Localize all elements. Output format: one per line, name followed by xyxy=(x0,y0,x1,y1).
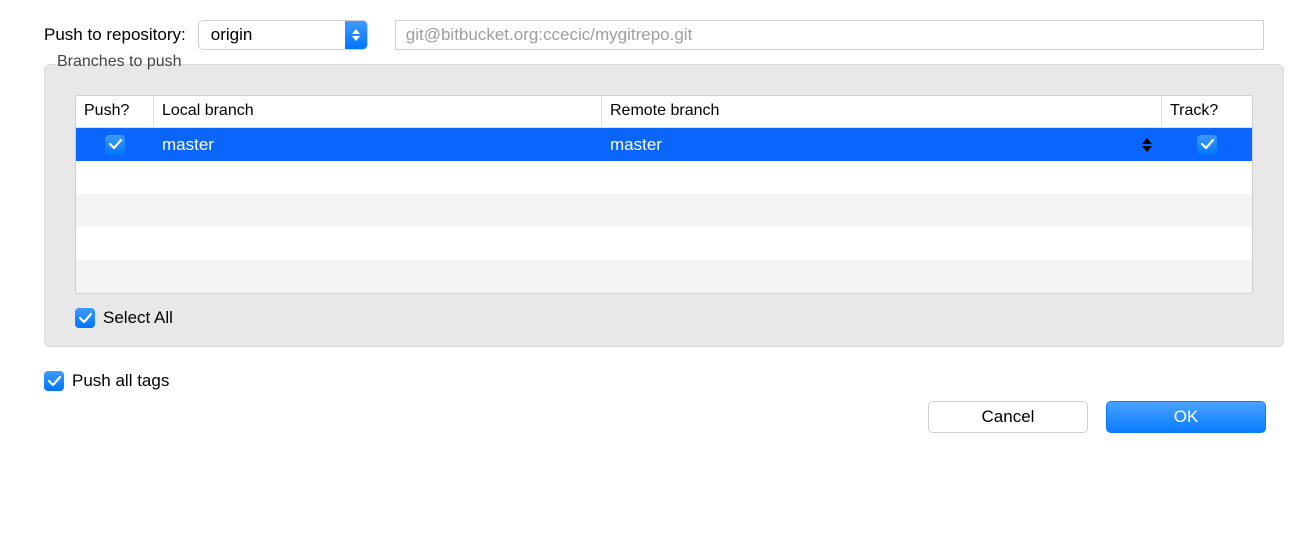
push-to-label: Push to repository: xyxy=(44,25,186,45)
ok-button[interactable]: OK xyxy=(1106,401,1266,433)
push-cell xyxy=(76,135,154,155)
remote-branch-value: master xyxy=(610,135,662,155)
header-local[interactable]: Local branch xyxy=(154,96,602,127)
cancel-button[interactable]: Cancel xyxy=(928,401,1088,433)
branch-table: Push? Local branch Remote branch Track? … xyxy=(75,95,1253,294)
button-row: Cancel OK xyxy=(0,391,1304,433)
table-row-empty xyxy=(76,227,1252,260)
header-track[interactable]: Track? xyxy=(1162,96,1252,127)
push-all-tags-checkbox[interactable] xyxy=(44,371,64,391)
check-icon xyxy=(79,313,92,324)
push-dialog: Push to repository: origin Branches to p… xyxy=(0,0,1304,544)
remote-select-value: origin xyxy=(198,20,368,50)
header-remote[interactable]: Remote branch xyxy=(602,96,1162,127)
branches-fieldset: Branches to push Push? Local branch Remo… xyxy=(44,64,1284,347)
check-icon xyxy=(109,139,122,150)
table-row-empty xyxy=(76,161,1252,194)
table-row-empty xyxy=(76,260,1252,293)
local-branch-cell: master xyxy=(154,135,602,155)
branch-table-header: Push? Local branch Remote branch Track? xyxy=(76,96,1252,128)
remote-branch-cell[interactable]: master xyxy=(602,135,1162,155)
track-checkbox[interactable] xyxy=(1197,135,1217,155)
select-all-row: Select All xyxy=(75,308,1253,328)
header-push[interactable]: Push? xyxy=(76,96,154,127)
remote-url-field[interactable] xyxy=(395,20,1264,50)
check-icon xyxy=(1201,139,1214,150)
stepper-icon xyxy=(1142,138,1152,152)
check-icon xyxy=(48,376,61,387)
push-checkbox[interactable] xyxy=(105,135,125,155)
branches-fieldset-body: Push? Local branch Remote branch Track? … xyxy=(44,64,1284,347)
remote-select[interactable]: origin xyxy=(198,20,368,50)
table-row-empty xyxy=(76,194,1252,227)
select-stepper-icon xyxy=(345,21,367,49)
select-all-checkbox[interactable] xyxy=(75,308,95,328)
repository-row: Push to repository: origin xyxy=(0,0,1304,50)
select-all-label: Select All xyxy=(103,308,173,328)
track-cell xyxy=(1162,135,1252,155)
branches-fieldset-label: Branches to push xyxy=(54,53,185,71)
table-row[interactable]: master master xyxy=(76,128,1252,161)
push-all-tags-label: Push all tags xyxy=(72,371,169,391)
push-all-tags-row: Push all tags xyxy=(44,371,1284,391)
